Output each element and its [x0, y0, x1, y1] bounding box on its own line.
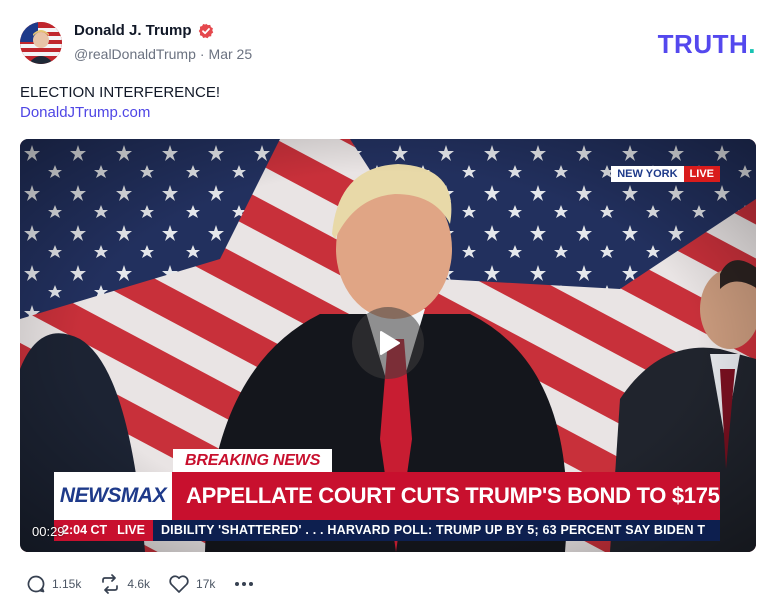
reply-count: 1.15k	[52, 577, 82, 591]
logo-dot: .	[748, 29, 756, 59]
ticker-clock: 2:04 CT LIVE	[54, 520, 153, 541]
ticker-text: DIBILITY 'SHATTERED' . . . HARVARD POLL:…	[160, 523, 706, 537]
more-icon	[235, 582, 254, 586]
handle[interactable]: @realDonaldTrump	[74, 46, 196, 62]
ticker-time: 2:04 CT	[62, 523, 108, 537]
retruth-button[interactable]: 4.6k	[99, 574, 150, 594]
post-text: ELECTION INTERFERENCE!	[20, 84, 221, 101]
verified-badge-icon	[198, 23, 214, 39]
post-link[interactable]: DonaldJTrump.com	[20, 104, 150, 121]
reply-button[interactable]: 1.15k	[26, 574, 81, 594]
more-options-button[interactable]	[233, 574, 255, 594]
video-timestamp: 00:29	[32, 524, 65, 539]
play-button[interactable]	[352, 307, 424, 379]
play-icon	[380, 331, 400, 355]
news-ticker: 2:04 CT LIVE DIBILITY 'SHATTERED' . . . …	[54, 520, 720, 541]
truth-post: Donald J. Trump @realDonaldTrump · Mar 2…	[0, 0, 777, 615]
network-logo: NEWSMAX	[54, 472, 172, 520]
like-button[interactable]: 17k	[168, 574, 215, 594]
retruth-count: 4.6k	[127, 577, 151, 591]
live-tag: LIVE	[683, 166, 720, 182]
ticker-live: LIVE	[117, 523, 145, 537]
logo-text: TRUTH	[657, 29, 749, 59]
location-label: NEW YORK	[611, 166, 684, 182]
location-tag: NEW YORK LIVE	[611, 166, 720, 182]
reply-icon	[27, 575, 45, 593]
breaking-news-label: BREAKING NEWS	[173, 449, 333, 472]
headline-bar: APPELLATE COURT CUTS TRUMP'S BOND TO $17…	[172, 472, 720, 520]
truth-logo: TRUTH.	[658, 29, 756, 60]
display-name[interactable]: Donald J. Trump	[74, 22, 192, 39]
avatar[interactable]	[20, 22, 62, 64]
heart-icon	[169, 575, 189, 593]
retruth-icon	[102, 574, 119, 594]
like-count: 17k	[196, 577, 216, 591]
meta-separator: ·	[199, 46, 205, 62]
action-bar: 1.15k 4.6k 17k	[26, 574, 273, 594]
post-date[interactable]: Mar 25	[209, 46, 253, 62]
avatar-image	[20, 22, 62, 64]
video-player[interactable]: NEW YORK LIVE BREAKING NEWS NEWSMAX APPE…	[20, 139, 756, 552]
